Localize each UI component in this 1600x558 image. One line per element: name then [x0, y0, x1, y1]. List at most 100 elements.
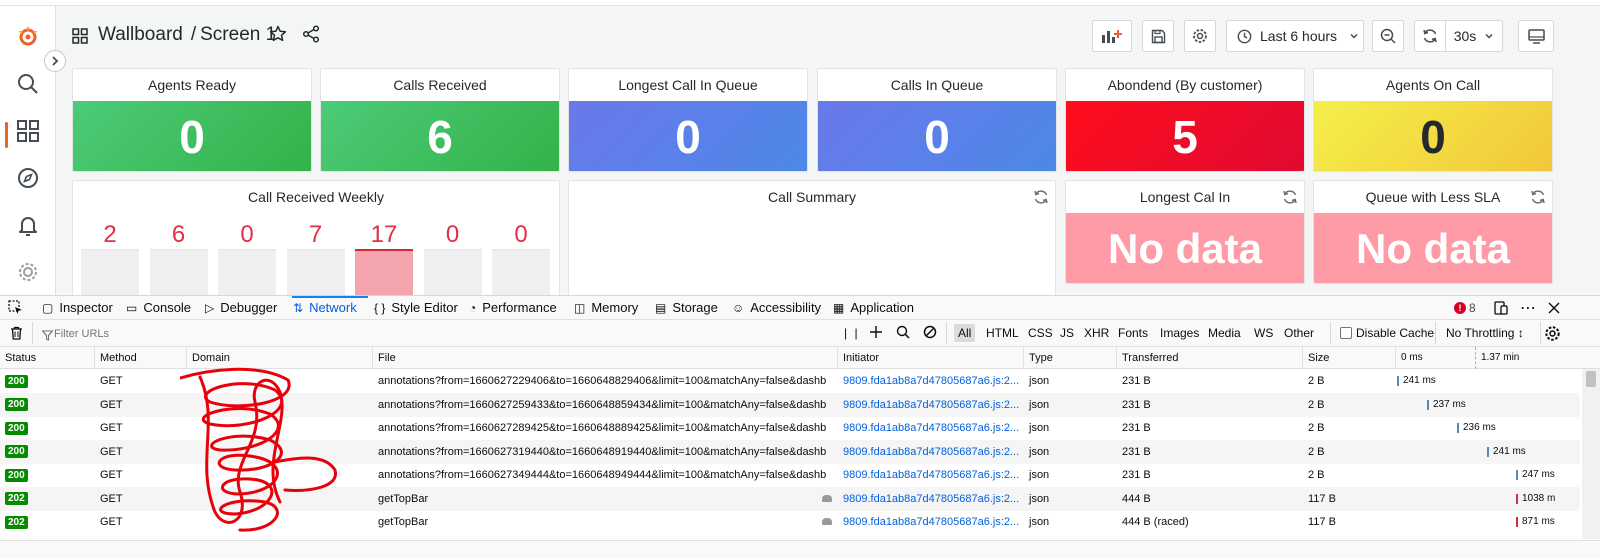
star-icon[interactable] [269, 25, 287, 48]
column-header[interactable]: Status [0, 347, 95, 369]
network-request-row[interactable]: 202 GET getTopBar 9809.fda1ab8a7d47805687a6… [0, 510, 1580, 534]
filter-css[interactable]: CSS [1024, 324, 1057, 342]
search-icon[interactable] [896, 325, 910, 344]
pause-icon[interactable]: | | [844, 326, 860, 340]
cell-transferred: 231 B [1117, 393, 1303, 417]
error-counter[interactable]: ! 8 [1454, 296, 1476, 319]
devtools-tab-inspector[interactable]: ▢ Inspector [42, 296, 113, 319]
filter-fonts[interactable]: Fonts [1114, 324, 1152, 342]
cell-text[interactable]: 9809.fda1ab8a7d47805687a6.js:2... [843, 493, 1019, 505]
column-header[interactable]: Transferred [1117, 347, 1303, 369]
time-range-picker[interactable]: Last 6 hours [1226, 20, 1364, 52]
devtools-tab-memory[interactable]: ◫ Memory [574, 296, 638, 319]
devtools-tab-style-editor[interactable]: { } Style Editor [374, 296, 458, 319]
dashboard-settings-button[interactable] [1184, 20, 1216, 52]
dashboard-folder-link[interactable]: Wallboard [98, 24, 183, 46]
network-request-row[interactable]: 200 GET annotations?from=1660627349444&to=… [0, 463, 1580, 487]
filter-images[interactable]: Images [1156, 324, 1203, 342]
devtools-tab-performance[interactable]: ◔ Performance [469, 296, 557, 319]
stat-panel[interactable]: Calls In Queue 0 [817, 68, 1057, 172]
network-request-row[interactable]: 200 GET annotations?from=1660627319440&to=… [0, 439, 1580, 464]
element-picker-icon[interactable] [8, 296, 23, 319]
tv-mode-button[interactable] [1518, 20, 1554, 52]
filter-media[interactable]: Media [1204, 324, 1245, 342]
weekly-bar [423, 249, 482, 295]
responsive-design-icon[interactable] [1494, 296, 1508, 319]
column-header[interactable]: 0 ms [1396, 347, 1466, 369]
network-request-row[interactable]: 202 GET getTopBar 9809.fda1ab8a7d47805687a6… [0, 486, 1580, 511]
more-options-icon[interactable]: ⋯ [1520, 296, 1537, 319]
network-settings-gear-icon[interactable] [1544, 325, 1561, 347]
cell-text[interactable]: 9809.fda1ab8a7d47805687a6.js:2... [843, 516, 1019, 528]
stat-panel[interactable]: Agents On Call 0 [1313, 68, 1553, 172]
search-icon[interactable] [14, 70, 42, 98]
panel-refresh-icon[interactable] [1530, 189, 1546, 210]
devtools-tab-accessibility[interactable]: ☺ Accessibility [732, 296, 821, 319]
devtools-tab-storage[interactable]: ▤ Storage [655, 296, 718, 319]
filter-xhr[interactable]: XHR [1080, 324, 1113, 342]
cell-text[interactable]: 9809.fda1ab8a7d47805687a6.js:2... [843, 446, 1019, 458]
share-icon[interactable] [302, 25, 320, 48]
column-header[interactable]: Type [1024, 347, 1117, 369]
devtools-tab-debugger[interactable]: ▷ Debugger [205, 296, 277, 319]
tab-icon: ◫ [574, 300, 586, 315]
no-data-panel[interactable]: Longest Cal In No data [1065, 180, 1305, 284]
stat-panel[interactable]: Agents Ready 0 [72, 68, 312, 172]
block-icon[interactable] [923, 325, 937, 344]
cell-text[interactable]: 9809.fda1ab8a7d47805687a6.js:2... [843, 422, 1019, 434]
time-range-label: Last 6 hours [1260, 28, 1338, 44]
column-header[interactable]: Domain [187, 347, 373, 369]
filter-other[interactable]: Other [1280, 324, 1318, 342]
column-header[interactable]: File [373, 347, 838, 369]
no-data-panel[interactable]: Queue with Less SLA No data [1313, 180, 1553, 284]
stat-panel[interactable]: Calls Received 6 [320, 68, 560, 172]
alerting-bell-icon[interactable] [14, 211, 42, 239]
explore-compass-icon[interactable] [14, 164, 42, 192]
call-summary-panel[interactable]: Call Summary [568, 180, 1056, 295]
panel-refresh-icon[interactable] [1033, 189, 1049, 210]
breadcrumb-separator: / [190, 24, 197, 45]
disable-cache-checkbox[interactable] [1340, 327, 1352, 339]
devtools-tab-application[interactable]: ▦ Application [833, 296, 914, 319]
dashboards-icon[interactable] [14, 117, 42, 145]
network-request-row[interactable]: 200 GET annotations?from=1660627229406&to=… [0, 369, 1580, 393]
add-panel-button[interactable] [1092, 20, 1132, 52]
panel-title: Call Received Weekly [248, 189, 384, 205]
close-devtools-icon[interactable] [1548, 296, 1560, 319]
scrollbar-thumb[interactable] [1586, 371, 1596, 387]
stat-panel[interactable]: Longest Call In Queue 0 [568, 68, 808, 172]
refresh-button[interactable] [1414, 20, 1446, 52]
panel-refresh-icon[interactable] [1282, 189, 1298, 210]
refresh-interval-picker[interactable]: 30s [1445, 20, 1503, 52]
cell-initiator: 9809.fda1ab8a7d47805687a6.js:2... [838, 487, 1024, 511]
network-request-row[interactable]: 200 GET annotations?from=1660627289425&to=… [0, 416, 1580, 440]
column-header[interactable]: Initiator [838, 347, 1024, 369]
add-request-blocking-icon[interactable] [868, 324, 884, 345]
filter-js[interactable]: JS [1056, 324, 1078, 342]
filter-all[interactable]: All [954, 324, 976, 342]
vertical-scrollbar[interactable] [1582, 369, 1600, 539]
cell-text[interactable]: 9809.fda1ab8a7d47805687a6.js:2... [843, 469, 1019, 481]
cell-text[interactable]: 9809.fda1ab8a7d47805687a6.js:2... [843, 375, 1019, 387]
zoom-out-button[interactable] [1372, 20, 1404, 52]
dashboard-title[interactable]: Screen 1 [200, 24, 276, 46]
column-header[interactable]: Size [1303, 347, 1396, 369]
disable-cache-toggle[interactable]: Disable Cache [1336, 324, 1438, 342]
column-header[interactable]: 1.37 min [1475, 347, 1555, 369]
filter-ws[interactable]: WS [1250, 324, 1277, 342]
devtools-tab-network[interactable]: ⇅ Network [293, 296, 357, 319]
filter-urls-input[interactable] [38, 324, 838, 343]
stat-panel[interactable]: Abondend (By customer) 5 [1065, 68, 1305, 172]
trash-icon[interactable] [10, 326, 23, 345]
save-dashboard-button[interactable] [1142, 20, 1174, 52]
cell-text[interactable]: 9809.fda1ab8a7d47805687a6.js:2... [843, 399, 1019, 411]
column-header[interactable]: Method [95, 347, 187, 369]
throttling-select[interactable]: No Throttling ↕ [1442, 324, 1528, 342]
devtools-tab-console[interactable]: ▭ Console [126, 296, 191, 319]
network-request-row[interactable]: 200 GET annotations?from=1660627259433&to=… [0, 392, 1580, 417]
weekly-calls-panel[interactable]: Call Received Weekly 2 6 0 7 17 0 0 [72, 180, 560, 295]
grafana-logo-icon[interactable] [14, 22, 42, 50]
settings-gear-icon[interactable] [14, 258, 42, 286]
filter-html[interactable]: HTML [982, 324, 1023, 342]
network-request-list: 200 GET annotations?from=1660627229406&to=… [0, 369, 1580, 539]
